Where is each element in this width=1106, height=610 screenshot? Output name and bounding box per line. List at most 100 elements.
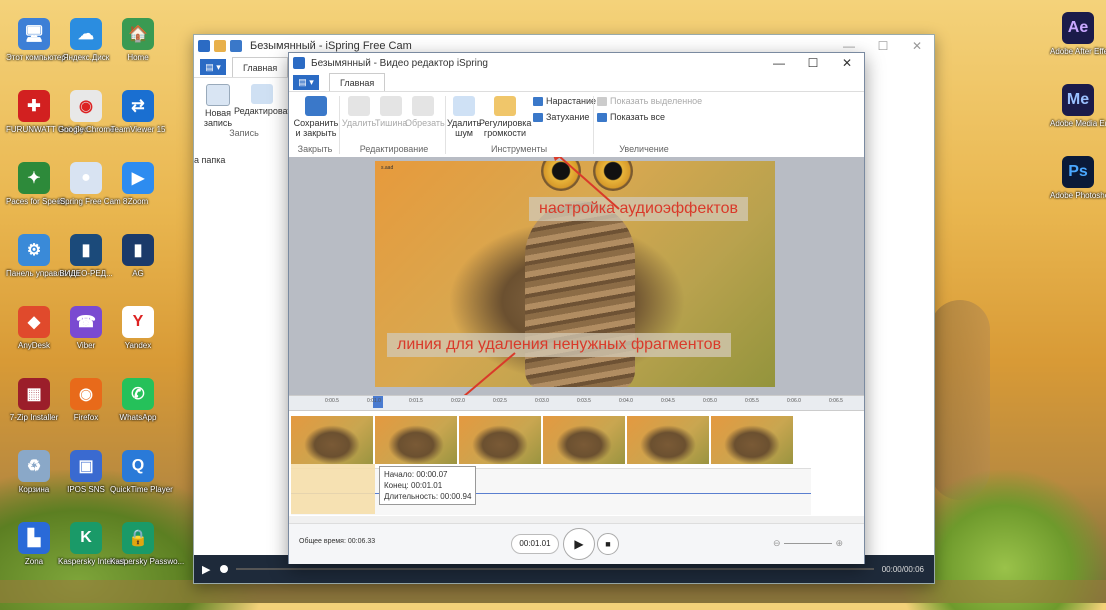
fade-in-icon (533, 96, 543, 106)
maximize-icon[interactable]: ☐ (866, 39, 900, 53)
minimize-icon[interactable]: — (832, 39, 866, 53)
zoom-slider[interactable]: ⊖ ⊕ (773, 538, 843, 549)
desktop-icon[interactable]: ◆ AnyDesk (6, 306, 62, 351)
desktop-icon[interactable]: 🏠 Home (110, 18, 166, 63)
desktop-icon[interactable]: ◉ Google Chrome (58, 90, 114, 135)
app-icon: Me (1062, 84, 1094, 116)
save-icon[interactable] (230, 40, 242, 52)
desktop-icon[interactable]: Me Adobe Media Encoder 2021 (1050, 84, 1106, 129)
window-title-bar: Безымянный - Видео редактор iSpring — ☐ … (289, 53, 864, 73)
close-icon[interactable]: ✕ (830, 56, 864, 70)
total-time: Общее время: 00:06.33 (299, 538, 376, 545)
maximize-icon[interactable]: ☐ (796, 56, 830, 70)
video-track[interactable] (291, 416, 793, 464)
new-recording-label: Новая запись (203, 108, 233, 128)
desktop-icon[interactable]: ♻ Корзина (6, 450, 62, 495)
desktop-icon[interactable]: ● iSpring Free Cam 8 (58, 162, 127, 207)
trim-button[interactable]: Обрезать (405, 96, 445, 128)
ruler-tick-label: 0:01.0 (367, 398, 381, 404)
ruler-tick-label: 0:02.5 (493, 398, 507, 404)
app-icon: K (70, 522, 102, 554)
desktop-icon[interactable]: Ae Adobe After Effects 2021 (1050, 12, 1106, 57)
stop-button[interactable]: ■ (597, 533, 619, 555)
desktop-icon[interactable]: ⇄ TeamViewer 15 (110, 90, 166, 135)
video-thumbnail (291, 416, 373, 464)
show-selected-button[interactable]: Показать выделенное (597, 96, 702, 106)
volume-button[interactable]: Регулировка громкости (479, 96, 531, 138)
desktop-icon-label: Kaspersky Internet ... (58, 557, 134, 566)
desktop-icon[interactable]: K Kaspersky Internet ... (58, 522, 134, 567)
seek-handle[interactable] (220, 565, 229, 573)
delete-button[interactable]: Удалить (341, 96, 377, 128)
edit-button[interactable]: Редактировать (234, 84, 296, 116)
desktop-icon-label: FURUNWATT Unit Cyc... (6, 125, 95, 134)
desktop-icon-label: Kaspersky Passwo... (110, 557, 185, 566)
desktop-icon[interactable]: 🖥 Этот компьютер (6, 18, 66, 63)
desktop-icon-label: Yandex (124, 341, 152, 350)
save-close-button[interactable]: Сохранить и закрыть (291, 96, 341, 138)
fade-out-button[interactable]: Затухание (533, 112, 589, 122)
close-icon[interactable]: ✕ (900, 39, 934, 53)
silence-icon (380, 96, 402, 116)
zoom-out-icon[interactable]: ⊖ (773, 538, 781, 549)
desktop-icon-label: TeamViewer 15 (110, 125, 166, 134)
desktop-icon[interactable]: ⚙ Панель управления (6, 234, 80, 279)
zoom-all-icon (597, 112, 607, 122)
desktop-icon[interactable]: ◉ Firefox (58, 378, 114, 423)
seek-track[interactable] (236, 568, 874, 570)
desktop-icon[interactable]: ▶ Zoom (110, 162, 166, 207)
ruler-tick-label: 0:06.5 (829, 398, 843, 404)
open-icon[interactable] (214, 40, 226, 52)
file-menu-button[interactable]: ▤ ▾ (293, 75, 319, 90)
volume-icon (494, 96, 516, 116)
desktop-icon[interactable]: ☁ Яндекс.Диск (58, 18, 114, 63)
desktop-icon[interactable]: ✚ FURUNWATT Unit Cyc... (6, 90, 95, 135)
app-icon: 🖥 (18, 18, 50, 50)
desktop-icon[interactable]: Q QuickTime Player (110, 450, 173, 495)
fade-in-label: Нарастание (546, 96, 597, 106)
desktop-icon[interactable]: ▦ 7-Zip Installer (6, 378, 62, 423)
minimize-icon[interactable]: — (762, 56, 796, 70)
tab-home[interactable]: Главная (329, 73, 386, 92)
app-icon: ▶ (122, 162, 154, 194)
desktop-icon[interactable]: Ps Adobe Photosho... (1050, 156, 1106, 201)
selected-region[interactable] (291, 464, 375, 514)
desktop-icon[interactable]: Y Yandex (110, 306, 166, 351)
save-close-label: Сохранить и закрыть (293, 118, 339, 138)
group-tools-label: Инструменты (490, 144, 548, 154)
desktop-icon[interactable]: ▮ ВИДЕО-РЕД... (58, 234, 114, 279)
silence-button[interactable]: Тишина (375, 96, 407, 128)
ruler-tick-label: 0:00.5 (325, 398, 339, 404)
ruler-tick-label: 0:04.0 (619, 398, 633, 404)
app-icon: ☁ (70, 18, 102, 50)
back-ribbon: Новая запись Редактировать Запись (194, 77, 296, 158)
play-button[interactable]: ▶ (563, 528, 595, 560)
trim-label: Обрезать (405, 118, 445, 128)
remove-noise-button[interactable]: Удалить шум (447, 96, 481, 138)
play-icon[interactable]: ▶ (202, 563, 210, 576)
desktop-icon[interactable]: ✆ WhatsApp (110, 378, 166, 423)
current-timecode: 00:01.01 (511, 534, 559, 554)
fade-out-label: Затухание (546, 112, 590, 122)
desktop-icon[interactable]: ▮ AG (110, 234, 166, 279)
new-recording-button[interactable]: Новая запись (198, 84, 238, 128)
desktop-icon-label: Home (127, 53, 149, 62)
timeline-ruler[interactable]: 0:00.5 0:01.0 0:01.5 0:02.0 0:02.5 0:03.0 0:03… (289, 396, 864, 411)
desktop-icon[interactable]: ☎ Viber (58, 306, 114, 351)
desktop-icon-label: Zoom (127, 197, 149, 206)
zoom-track[interactable] (783, 542, 833, 544)
tab-home[interactable]: Главная (232, 57, 289, 78)
app-icon: ◉ (70, 378, 102, 410)
timeline[interactable]: 0:00.5 0:01.0 0:01.5 0:02.0 0:02.5 0:03.0 0:03… (289, 395, 864, 524)
fade-in-button[interactable]: Нарастание (533, 96, 596, 106)
file-menu-button[interactable]: ▤ ▾ (200, 59, 226, 75)
show-all-button[interactable]: Показать все (597, 112, 665, 122)
desktop-icon-label: IPOS SNS (67, 485, 105, 494)
zoom-in-icon[interactable]: ⊕ (835, 538, 843, 549)
app-icon: ✦ (18, 162, 50, 194)
desktop-icon[interactable]: ▣ IPOS SNS (58, 450, 114, 495)
desktop-icon[interactable]: ▙ Zona (6, 522, 62, 567)
desktop-icon-label: Google Chrome (58, 125, 115, 134)
desktop-icon[interactable]: ✦ Paces for Speed-... (6, 162, 74, 207)
desktop-icon[interactable]: 🔒 Kaspersky Passwo... (110, 522, 185, 567)
